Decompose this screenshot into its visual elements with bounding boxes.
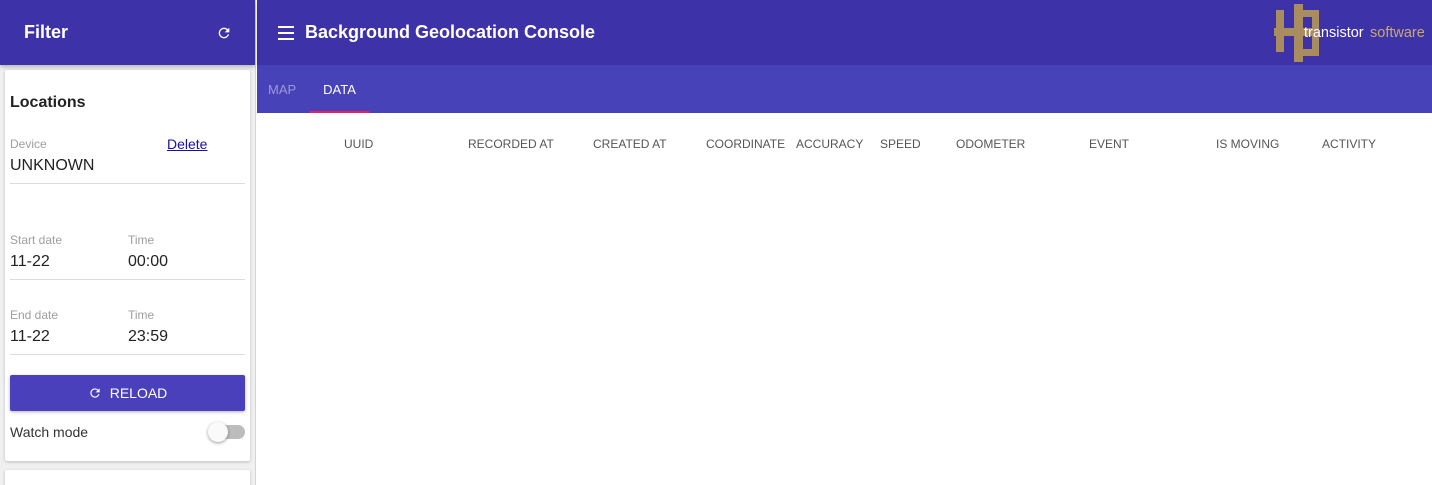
device-label: Device xyxy=(10,137,47,151)
column-accuracy[interactable]: ACCURACY xyxy=(796,137,863,151)
reload-icon xyxy=(90,388,100,398)
column-recorded-at[interactable]: RECORDED AT xyxy=(468,137,554,151)
card-title: Locations xyxy=(10,94,86,111)
column-uuid[interactable]: UUID xyxy=(344,137,373,151)
reload-button[interactable]: RELOAD xyxy=(10,375,245,411)
column-odometer[interactable]: ODOMETER xyxy=(956,137,1025,151)
refresh-icon[interactable] xyxy=(215,24,233,42)
column-activity[interactable]: ACTIVITY xyxy=(1322,137,1376,151)
logo-text-software: software xyxy=(1370,25,1424,41)
locations-card: Locations Device Delete UNKNOWN Start da… xyxy=(5,70,250,461)
device-divider xyxy=(10,183,245,184)
toggle-knob xyxy=(208,422,228,442)
start-time-input[interactable]: 00:00 xyxy=(128,253,168,271)
app-title: Background Geolocation Console xyxy=(305,22,596,42)
filter-sidebar: Filter Locations Device Delete UNKNOWN S… xyxy=(0,0,256,485)
sidebar-header: Filter xyxy=(0,0,255,65)
logo-text-transistor: transistor xyxy=(1304,25,1364,41)
end-date-label: End date xyxy=(10,308,59,322)
transistor-software-logo: transistor software xyxy=(1274,4,1424,62)
column-speed[interactable]: SPEED xyxy=(880,137,921,151)
menu-icon[interactable] xyxy=(278,25,294,40)
sidebar-title: Filter xyxy=(24,22,69,42)
end-time-input[interactable]: 23:59 xyxy=(128,328,168,346)
tab-bar: MAP DATA xyxy=(257,65,1432,113)
secondary-card xyxy=(5,470,250,485)
main-content: Background Geolocation Console transisto… xyxy=(257,0,1432,485)
watch-mode-toggle[interactable] xyxy=(208,422,245,442)
end-date-input[interactable]: 11-22 xyxy=(10,328,50,346)
delete-link[interactable]: Delete xyxy=(167,136,207,152)
end-time-label: Time xyxy=(128,308,155,322)
start-time-label: Time xyxy=(128,233,155,247)
data-table-header: UUID RECORDED AT CREATED AT COORDINATE A… xyxy=(257,113,1432,173)
start-date-input[interactable]: 11-22 xyxy=(10,253,50,271)
tab-data[interactable]: DATA xyxy=(310,65,369,113)
watch-mode-label: Watch mode xyxy=(10,424,89,440)
column-created-at[interactable]: CREATED AT xyxy=(593,137,667,151)
column-is-moving[interactable]: IS MOVING xyxy=(1216,137,1279,151)
reload-label: RELOAD xyxy=(109,385,168,401)
device-value[interactable]: UNKNOWN xyxy=(10,157,94,175)
start-date-label: Start date xyxy=(10,233,63,247)
column-coordinate[interactable]: COORDINATE xyxy=(706,137,785,151)
start-divider xyxy=(10,279,245,280)
end-divider xyxy=(10,354,245,355)
tab-map[interactable]: MAP xyxy=(268,65,296,113)
app-bar: Background Geolocation Console transisto… xyxy=(257,0,1432,65)
column-event[interactable]: EVENT xyxy=(1089,137,1129,151)
